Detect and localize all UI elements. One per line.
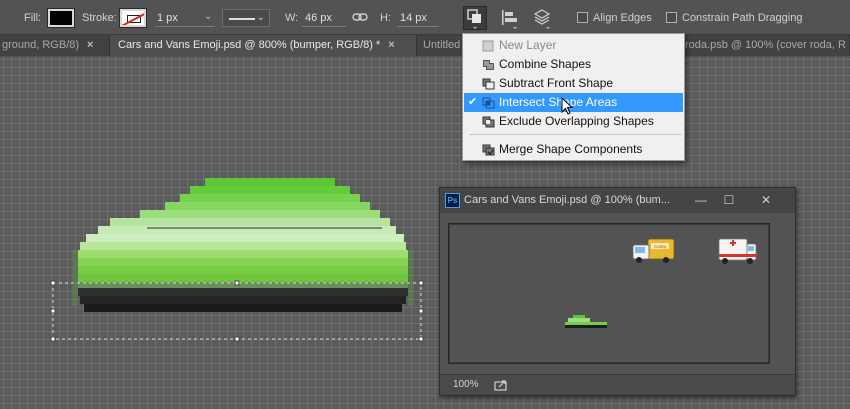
zoom-level[interactable]: 100%	[453, 379, 479, 390]
floating-document-window[interactable]: Ps Cars and Vans Emoji.psd @ 100% (bum..…	[439, 187, 796, 396]
delivery-van-icon	[632, 238, 675, 263]
no-stroke-icon	[122, 11, 144, 25]
green-car-preview	[565, 315, 607, 328]
solid-line-icon	[229, 18, 255, 20]
maximize-button[interactable]: ☐	[716, 190, 742, 210]
stroke-width-underline	[155, 26, 215, 27]
options-bar: Fill: Stroke: 1 px ⌄ ⌄ W: 46 px H: 14 px	[0, 0, 850, 35]
tab-close-icon[interactable]: ×	[388, 39, 394, 51]
chevron-down-icon[interactable]: ⌄	[204, 11, 212, 22]
window-title: Cars and Vans Emoji.psd @ 100% (bum...	[464, 194, 670, 206]
menu-separator	[469, 134, 681, 135]
menu-item-new-layer[interactable]: New Layer	[464, 36, 683, 55]
menu-item-intersect-shape-areas[interactable]: ✔ Intersect Shape Areas	[464, 93, 683, 112]
stroke-type-dropdown[interactable]: ⌄	[222, 9, 270, 27]
path-operations-icon	[467, 9, 481, 29]
path-operations-button[interactable]	[463, 6, 487, 30]
document-tab-bar: ground, RGB/8) × Cars and Vans Emoji.psd …	[0, 35, 850, 56]
mouse-cursor-icon	[561, 97, 573, 115]
ambulance-icon	[718, 238, 757, 264]
tab-close-icon[interactable]: ×	[87, 39, 93, 51]
link-icon[interactable]	[352, 11, 368, 23]
width-label: W:	[285, 12, 299, 24]
new-layer-icon	[482, 40, 494, 52]
path-alignment-button[interactable]	[497, 6, 521, 30]
chevron-down-icon: ⌄	[256, 12, 265, 23]
path-operations-menu: New Layer Combine Shapes Subtract Front …	[462, 33, 685, 161]
tab-label: Cars and Vans Emoji.psd @ 800% (bumper, …	[118, 39, 381, 51]
fill-color-value	[50, 11, 72, 25]
intersect-shape-areas-icon	[482, 97, 495, 109]
minimize-button[interactable]: —	[688, 190, 714, 210]
path-arrangement-icon	[533, 9, 551, 29]
stroke-color-swatch[interactable]	[119, 8, 147, 28]
menu-item-merge-shape-components[interactable]: Merge Shape Components	[464, 140, 683, 159]
fill-color-swatch[interactable]	[47, 8, 75, 28]
combine-shapes-icon	[483, 60, 494, 70]
height-underline	[397, 26, 439, 27]
align-edges-checkbox[interactable]	[577, 12, 588, 23]
tab-roda[interactable]: roda.psb @ 100% (cover roda, R	[685, 35, 850, 56]
height-input[interactable]: 14 px	[400, 12, 427, 24]
constrain-path-label: Constrain Path Dragging	[682, 12, 803, 24]
tab-cars-and-vans-emoji[interactable]: Cars and Vans Emoji.psd @ 800% (bumper, …	[110, 35, 417, 56]
fill-label: Fill:	[24, 12, 42, 24]
tab-label: Untitled	[423, 39, 461, 51]
height-label: H:	[380, 12, 391, 24]
tab-label: ground, RGB/8)	[2, 39, 80, 51]
tab-label: roda.psb @ 100% (cover roda, R	[685, 39, 846, 51]
menu-item-subtract-front-shape[interactable]: Subtract Front Shape	[464, 74, 683, 93]
exclude-overlapping-shapes-icon	[482, 116, 495, 128]
checkmark-icon: ✔	[468, 96, 478, 108]
stroke-width-input[interactable]: 1 px	[157, 12, 178, 24]
photoshop-logo-icon: Ps	[445, 193, 460, 208]
tab-background-doc[interactable]: ground, RGB/8) ×	[0, 35, 110, 56]
path-arrangement-button[interactable]	[530, 6, 554, 30]
constrain-path-checkbox[interactable]	[666, 12, 677, 23]
width-input[interactable]: 46 px	[305, 12, 332, 24]
emoji-preview-artwork: Comp	[565, 238, 757, 328]
menu-item-combine-shapes[interactable]: Combine Shapes	[464, 55, 683, 74]
merge-shape-components-icon	[482, 144, 495, 156]
document-preview[interactable]: Comp	[448, 223, 770, 364]
window-status-bar: 100%	[440, 374, 795, 395]
align-edges-label: Align Edges	[593, 12, 652, 24]
tab-untitled[interactable]: Untitled	[417, 35, 463, 56]
width-underline	[302, 26, 346, 27]
share-icon[interactable]	[494, 379, 508, 391]
close-button[interactable]: ✕	[753, 190, 779, 210]
van-sign-text: Comp	[654, 244, 667, 249]
stroke-label: Stroke:	[82, 12, 117, 24]
window-title-bar[interactable]: Ps Cars and Vans Emoji.psd @ 100% (bum..…	[440, 188, 795, 213]
subtract-front-shape-icon	[482, 78, 495, 90]
path-alignment-icon	[502, 10, 517, 29]
menu-item-exclude-overlapping-shapes[interactable]: Exclude Overlapping Shapes	[464, 112, 683, 131]
